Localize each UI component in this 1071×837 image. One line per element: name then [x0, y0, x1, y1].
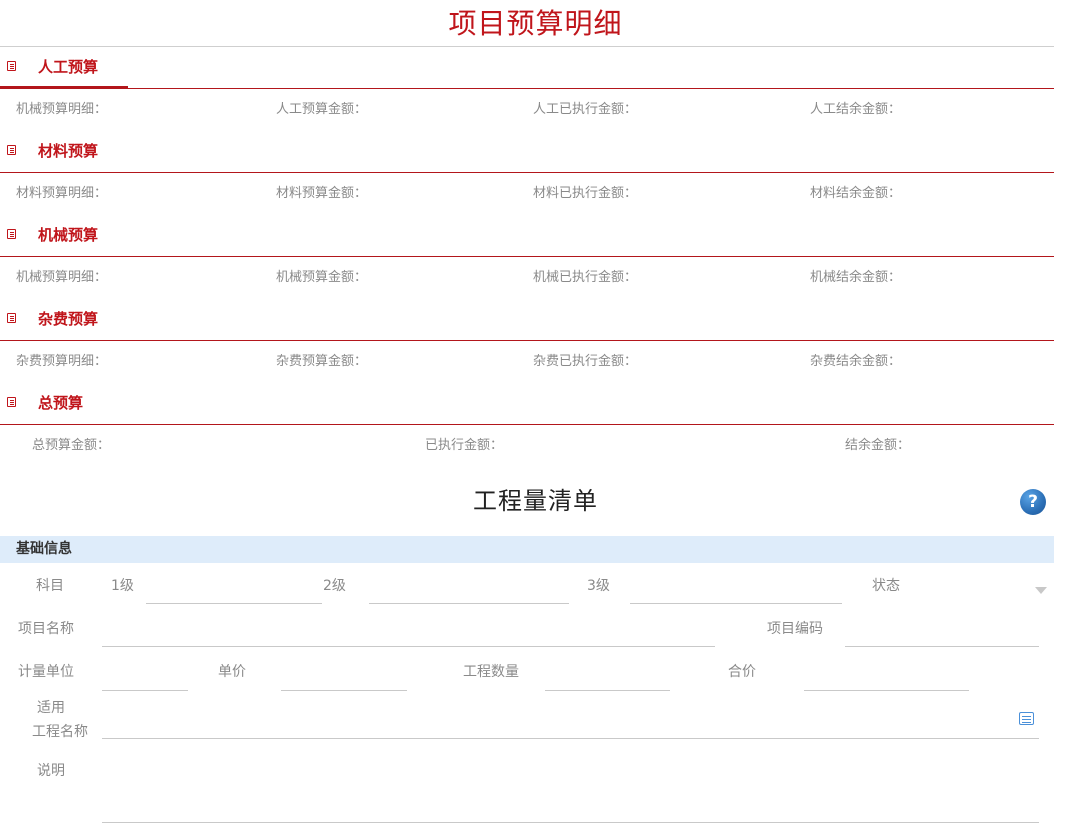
applicable-label-line2: 工程名称 [32, 724, 88, 740]
title-divider [0, 46, 1054, 47]
section-label: 杂费预算 [38, 310, 99, 328]
remark-label: 说明 [37, 763, 65, 779]
chevron-down-icon[interactable] [1035, 587, 1047, 594]
subject-label: 科目 [36, 578, 64, 594]
project-name-input[interactable] [102, 646, 715, 647]
field-label: 人工结余金额： [810, 102, 902, 117]
field-label: 人工预算金额： [276, 102, 368, 117]
section-header-material[interactable]: 材料预算 [0, 140, 1054, 162]
section-divider [0, 340, 1054, 341]
total-price-input[interactable] [804, 690, 969, 691]
level2-select[interactable] [369, 603, 569, 604]
field-label: 人工已执行金额： [533, 102, 638, 117]
section-divider [0, 424, 1054, 425]
unit-label: 计量单位 [18, 664, 74, 680]
quantity-label: 工程数量 [463, 664, 519, 680]
field-label: 材料结余金额： [810, 186, 902, 201]
list-icon [7, 229, 16, 239]
level1-select[interactable] [146, 603, 322, 604]
section-label: 机械预算 [38, 226, 99, 244]
section-header-total[interactable]: 总预算 [0, 392, 1054, 414]
field-label: 机械结余金额： [810, 270, 902, 285]
field-label: 机械已执行金额： [533, 270, 638, 285]
list-icon [7, 397, 16, 407]
field-label: 杂费结余金额： [810, 354, 902, 369]
section-header-machinery[interactable]: 机械预算 [0, 224, 1054, 246]
project-code-input[interactable] [845, 646, 1039, 647]
total-price-label: 合价 [728, 664, 756, 680]
help-icon[interactable]: ? [1020, 489, 1046, 515]
project-name-label: 项目名称 [18, 621, 74, 637]
level3-select[interactable] [630, 603, 842, 604]
field-label: 材料预算明细： [16, 186, 108, 201]
list-icon [7, 145, 16, 155]
section-divider [0, 88, 1054, 89]
field-label: 机械预算金额： [276, 270, 368, 285]
unit-input[interactable] [102, 690, 188, 691]
page-title: 项目预算明细 [448, 7, 623, 40]
field-label: 机械预算明细： [16, 270, 108, 285]
section-label: 材料预算 [38, 142, 99, 160]
list-icon [7, 61, 16, 71]
field-label: 总预算金额： [32, 438, 111, 453]
bill-title: 工程量清单 [473, 487, 598, 515]
field-label: 已执行金额： [425, 438, 504, 453]
field-label: 杂费预算明细： [16, 354, 108, 369]
section-divider [0, 256, 1054, 257]
project-code-label: 项目编码 [767, 621, 823, 637]
section-header-misc[interactable]: 杂费预算 [0, 308, 1054, 330]
section-divider [0, 172, 1054, 173]
basic-info-bar [0, 536, 1054, 563]
remark-textarea[interactable] [102, 822, 1039, 823]
applicable-label-line1: 适用 [37, 700, 65, 716]
unit-price-input[interactable] [281, 690, 407, 691]
level1-label: 1级 [111, 578, 134, 594]
status-label: 状态 [872, 578, 900, 594]
field-label: 杂费预算金额： [276, 354, 368, 369]
quantity-input[interactable] [545, 690, 670, 691]
field-label: 结余金额： [845, 438, 911, 453]
level3-label: 3级 [587, 578, 610, 594]
field-label: 机械预算明细： [16, 102, 108, 117]
level2-label: 2级 [323, 578, 346, 594]
field-label: 材料预算金额： [276, 186, 368, 201]
section-header-labor[interactable]: 人工预算 [0, 56, 1054, 78]
section-label: 人工预算 [38, 58, 99, 76]
unit-price-label: 单价 [218, 664, 246, 680]
list-icon [7, 313, 16, 323]
section-label: 总预算 [38, 394, 84, 412]
section-underline [0, 86, 128, 89]
field-label: 杂费已执行金额： [533, 354, 638, 369]
picker-icon[interactable] [1019, 712, 1034, 725]
field-label: 材料已执行金额： [533, 186, 638, 201]
applicable-project-input[interactable] [102, 738, 1039, 739]
basic-info-label: 基础信息 [16, 541, 72, 557]
